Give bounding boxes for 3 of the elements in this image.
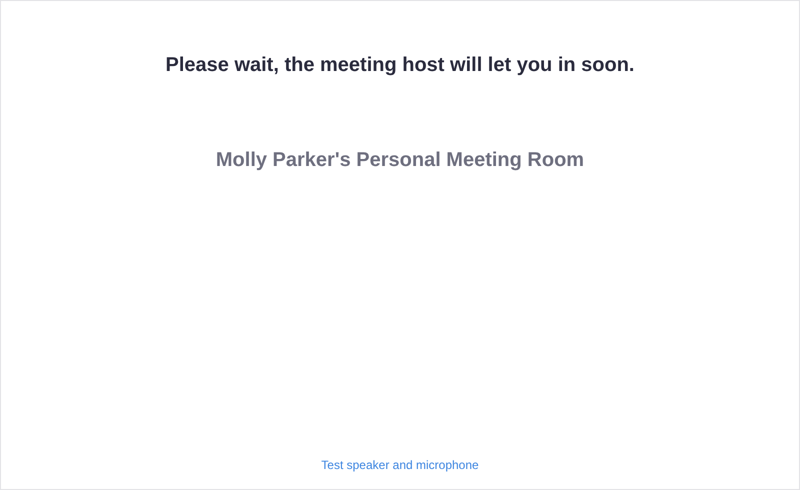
waiting-message: Please wait, the meeting host will let you in soon. [166,54,634,77]
test-audio-link[interactable]: Test speaker and microphone [321,458,479,472]
meeting-name: Molly Parker's Personal Meeting Room [216,149,584,172]
